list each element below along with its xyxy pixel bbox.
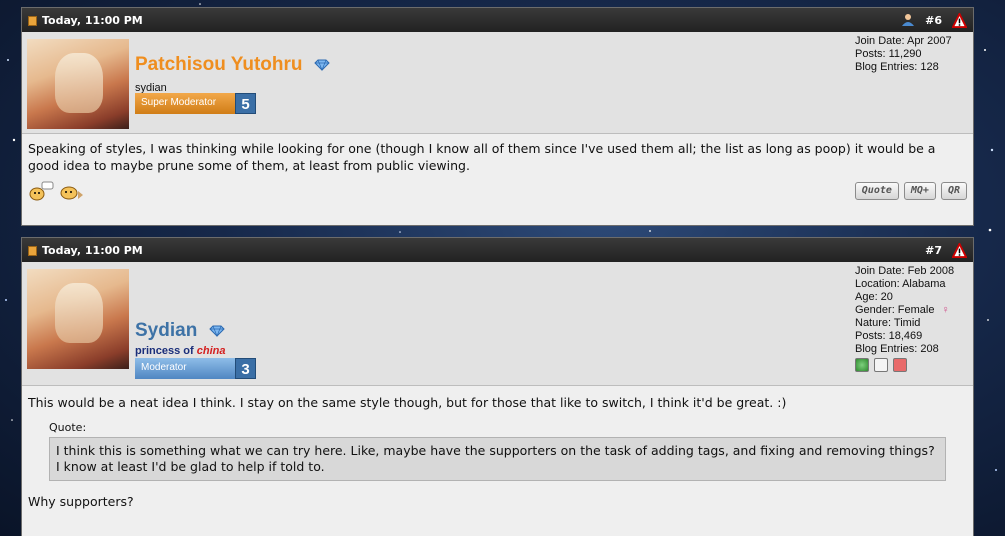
user-title-prefix: princess of (135, 345, 194, 357)
quote-body: I think this is something what we can tr… (49, 437, 946, 481)
post-message: Speaking of styles, I was thinking while… (28, 141, 936, 173)
username: Sydian (135, 320, 198, 341)
emote-icon (29, 181, 54, 201)
report-icon[interactable] (952, 12, 967, 28)
post-number-link[interactable]: #6 (925, 14, 942, 27)
stat-age: Age: 20 (855, 291, 893, 303)
quote-button[interactable]: Quote (854, 182, 899, 200)
diamond-icon (208, 325, 225, 337)
post-number-link[interactable]: #7 (925, 244, 942, 257)
user-title: princess of china (135, 345, 225, 357)
stat-gender: Gender: Female ♀ (855, 304, 950, 316)
post-footer: Quote MQ+ QR (22, 180, 973, 208)
quick-reply-button[interactable]: QR (940, 182, 967, 200)
post-icon (28, 246, 37, 256)
online-status-icon[interactable] (855, 358, 869, 372)
quote-label: Quote: (49, 421, 87, 434)
rank-label: Super Moderator (135, 93, 235, 114)
username-link[interactable]: Patchisou Yutohru (135, 54, 330, 76)
user-stats: Join Date: Feb 2008 Location: Alabama Ag… (855, 265, 954, 372)
stat-join-date: Join Date: Apr 2007 (855, 35, 952, 47)
status-icons (855, 358, 954, 372)
stat-posts: Posts: 18,469 (855, 330, 923, 342)
female-icon: ♀ (941, 304, 950, 316)
avatar[interactable] (27, 39, 129, 129)
stat-location: Location: Alabama (855, 278, 946, 290)
multiquote-button[interactable]: MQ+ (903, 182, 936, 200)
stat-nature: Nature: Timid (855, 317, 921, 329)
avatar[interactable] (27, 269, 129, 369)
stat-blog-entries: Blog Entries: 208 (855, 343, 939, 355)
stat-join-date: Join Date: Feb 2008 (855, 265, 955, 277)
post-header: Today, 11:00 PM #6 (22, 8, 973, 32)
diamond-icon (314, 59, 330, 71)
user-info-panel: Patchisou Yutohru sydian Super Moderator… (22, 32, 973, 134)
rank-label: Moderator (135, 358, 235, 379)
rank-level: 3 (235, 358, 256, 379)
wii-icon[interactable] (874, 358, 888, 372)
rank-bar: Moderator 3 (135, 358, 256, 379)
post-message: This would be a neat idea I think. I sta… (28, 395, 787, 410)
user-title-emphasis: china (196, 345, 226, 357)
user-icon[interactable] (901, 13, 915, 27)
user-info-panel: Sydian princess of china Moderator 3 Joi… (22, 262, 973, 386)
username: Patchisou Yutohru (135, 54, 303, 75)
stat-blog-entries: Blog Entries: 128 (855, 61, 939, 73)
post-header: Today, 11:00 PM #7 (22, 238, 973, 262)
rank-bar: Super Moderator 5 (135, 93, 256, 114)
user-stats: Join Date: Apr 2007 Posts: 11,290 Blog E… (855, 35, 952, 74)
post-date: Today, 11:00 PM (42, 13, 143, 27)
friend-code-icon[interactable] (893, 358, 907, 372)
post-7: Today, 11:00 PM #7 Sydian princess of ch… (21, 237, 974, 536)
post-icon (28, 16, 37, 26)
stat-posts: Posts: 11,290 (855, 48, 922, 60)
report-icon[interactable] (952, 242, 967, 258)
emote-icon (60, 186, 83, 200)
post-message-continued: Why supporters? (28, 494, 134, 509)
rank-level: 5 (235, 93, 256, 114)
username-link[interactable]: Sydian (135, 320, 225, 342)
post-date: Today, 11:00 PM (42, 243, 143, 257)
post-6: Today, 11:00 PM #6 Patchisou Yutohru syd… (21, 7, 974, 226)
quote-block: Quote: I think this is something what we… (49, 421, 946, 481)
